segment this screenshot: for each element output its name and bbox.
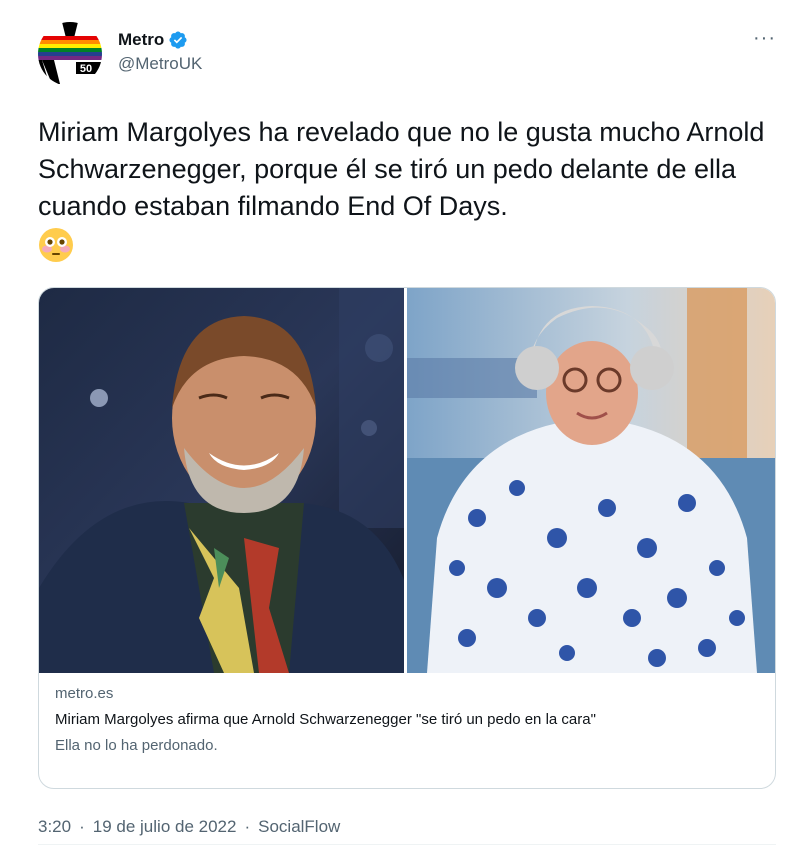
display-name[interactable]: Metro <box>118 30 164 50</box>
tweet-date[interactable]: 19 de julio de 2022 <box>93 817 237 837</box>
tweet-text: Miriam Margolyes ha revelado que no le g… <box>38 114 776 273</box>
card-info[interactable]: metro.es Miriam Margolyes afirma que Arn… <box>39 673 775 756</box>
more-icon[interactable]: ··· <box>753 28 776 48</box>
card-media[interactable] <box>39 288 775 673</box>
tweet: 50 Metro @MetroUK ··· Miriam Margolyes h… <box>0 0 800 848</box>
tweet-text-body: Miriam Margolyes ha revelado que no le g… <box>38 117 765 221</box>
tweet-meta: 3:20 · 19 de julio de 2022 · SocialFlow <box>38 817 776 837</box>
tweet-time[interactable]: 3:20 <box>38 817 71 837</box>
flushed-face-icon <box>38 227 74 263</box>
divider <box>38 844 776 845</box>
meta-separator: · <box>79 817 85 836</box>
card-domain: metro.es <box>55 685 114 702</box>
tweet-source[interactable]: SocialFlow <box>258 817 340 837</box>
avatar[interactable]: 50 <box>38 22 102 86</box>
avatar-badge: 50 <box>80 63 92 75</box>
link-card[interactable]: metro.es Miriam Margolyes afirma que Arn… <box>38 287 776 789</box>
card-description: Ella no lo ha perdonado. <box>55 737 218 754</box>
verified-badge-icon <box>168 30 188 50</box>
photo-man-smiling[interactable] <box>39 288 407 673</box>
card-title: Miriam Margolyes afirma que Arnold Schwa… <box>55 711 596 728</box>
author-block: Metro @MetroUK <box>118 30 202 74</box>
tweet-header: 50 Metro @MetroUK <box>38 22 776 86</box>
meta-separator: · <box>244 817 251 836</box>
handle[interactable]: @MetroUK <box>118 54 202 74</box>
photo-woman-floral-dress[interactable] <box>407 288 775 673</box>
